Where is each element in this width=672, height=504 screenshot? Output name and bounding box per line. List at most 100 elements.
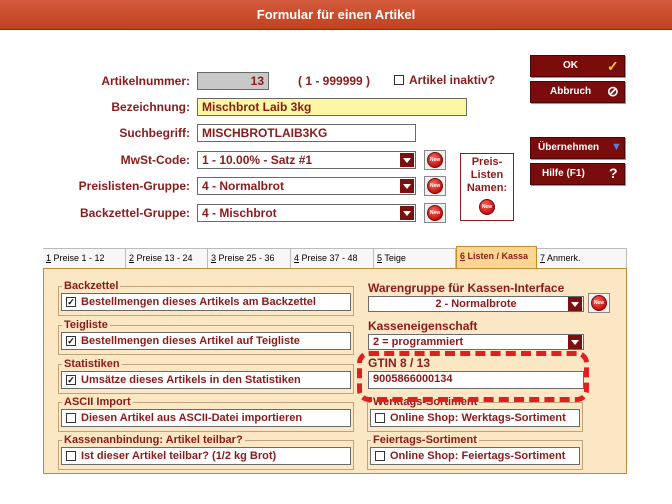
feiertags-checkbox[interactable]	[375, 451, 385, 461]
new-icon[interactable]: New	[591, 295, 607, 311]
mwst-label: MwSt-Code:	[120, 153, 190, 167]
abbruch-button-label: Abbruch	[550, 86, 592, 97]
preisliste-dropdown-icon[interactable]	[400, 179, 414, 193]
uebernehmen-button[interactable]: Übernehmen ▼	[530, 137, 625, 159]
tab-anmerk[interactable]: 7 Anmerk.	[537, 248, 627, 268]
tab-preise-13-24[interactable]: 2 Preise 13 - 24	[126, 248, 208, 268]
bezeichnung-field[interactable]: Mischbrot Laib 3kg	[197, 98, 467, 116]
group-werktags-sortiment: Werktags-Sortiment Online Shop: Werktags…	[367, 396, 583, 432]
preisliste-new-box[interactable]: New	[424, 176, 446, 196]
preisliste-value: 4 - Normalbrot	[202, 179, 285, 193]
checkmark-icon: ✓	[607, 58, 619, 74]
group-ascii-import: ASCII Import Diesen Artikel aus ASCII-Da…	[58, 396, 354, 432]
preislisten-namen-box: Preis- Listen Namen: New	[460, 153, 514, 221]
backzettel-label: Backzettel-Gruppe:	[79, 206, 190, 220]
backzettel-value: 4 - Mischbrot	[202, 206, 277, 220]
tab-label: Teige	[382, 253, 406, 263]
warengruppe-label: Warengruppe für Kassen-Interface	[368, 281, 565, 295]
mwst-value: 1 - 10.00% - Satz #1	[202, 153, 313, 167]
new-icon[interactable]: New	[479, 199, 495, 215]
tab-label: Anmerk.	[545, 253, 581, 263]
tab-teige[interactable]: 5 Teige	[374, 248, 456, 268]
tab-preise-1-12[interactable]: 1 Preise 1 - 12	[43, 248, 126, 268]
teilbar-checkbox[interactable]	[66, 451, 76, 461]
preislisten-namen-line3: Namen:	[466, 182, 508, 194]
question-icon: ?	[609, 165, 618, 181]
bezeichnung-label: Bezeichnung:	[111, 100, 190, 114]
artikel-inaktiv-checkbox[interactable]	[394, 75, 404, 85]
ok-button[interactable]: OK ✓	[530, 55, 625, 77]
gtin-highlight-marker	[357, 351, 589, 402]
abbruch-button[interactable]: Abbruch ⊘	[530, 81, 625, 103]
group-title: Teigliste	[62, 319, 110, 331]
kasseneigenschaft-label: Kasseneigenschaft	[368, 319, 478, 333]
hilfe-button-label: Hilfe (F1)	[542, 168, 585, 179]
werktags-option[interactable]: Online Shop: Werktags-Sortiment	[370, 409, 580, 427]
artikelnummer-label: Artikelnummer:	[101, 74, 190, 88]
backzettel-dropdown-icon[interactable]	[400, 206, 414, 220]
mwst-new-box[interactable]: New	[424, 150, 446, 170]
teigliste-option[interactable]: ✓ Bestellmengen dieses Artikel auf Teigl…	[61, 332, 351, 350]
group-title: Backzettel	[62, 280, 121, 292]
group-backzettel: Backzettel ✓ Bestellmengen dieses Artike…	[58, 280, 354, 316]
group-title: Statistiken	[62, 358, 122, 370]
mwst-dropdown-icon[interactable]	[400, 153, 414, 167]
kasseneigenschaft-dropdown-icon[interactable]	[568, 335, 582, 349]
artikelnummer-field[interactable]: 13	[197, 72, 269, 90]
tab-preise-37-48[interactable]: 4 Preise 37 - 48	[291, 248, 374, 268]
statistiken-option-label: Umsätze dieses Artikels in den Statistik…	[81, 374, 301, 386]
backzettel-select[interactable]: 4 - Mischbrot	[197, 204, 416, 222]
feiertags-option-label: Online Shop: Feiertags-Sortiment	[390, 450, 566, 462]
group-kassenanbindung: Kassenanbindung: Artikel teilbar? Ist di…	[58, 434, 354, 470]
uebernehmen-button-label: Übernehmen	[538, 142, 600, 153]
werktags-checkbox[interactable]	[375, 413, 385, 423]
group-statistiken: Statistiken ✓ Umsätze dieses Artikels in…	[58, 358, 354, 394]
kasseneigenschaft-select[interactable]: 2 = programmiert	[368, 334, 584, 350]
ascii-import-checkbox[interactable]	[66, 413, 76, 423]
preislisten-namen-line1: Preis-	[471, 156, 503, 168]
feiertags-option[interactable]: Online Shop: Feiertags-Sortiment	[370, 447, 580, 465]
statistiken-option[interactable]: ✓ Umsätze dieses Artikels in den Statist…	[61, 371, 351, 389]
group-title: ASCII Import	[62, 396, 133, 408]
backzettel-option-label: Bestellmengen dieses Artikels am Backzet…	[81, 296, 316, 308]
teigliste-option-label: Bestellmengen dieses Artikel auf Teiglis…	[81, 335, 300, 347]
backzettel-option[interactable]: ✓ Bestellmengen dieses Artikels am Backz…	[61, 293, 351, 311]
group-title: Feiertags-Sortiment	[371, 434, 479, 446]
warengruppe-value: 2 - Normalbrote	[435, 298, 517, 310]
ascii-import-option[interactable]: Diesen Artikel aus ASCII-Datei importier…	[61, 409, 351, 427]
group-title: Kassenanbindung: Artikel teilbar?	[62, 434, 245, 446]
preisliste-label: Preislisten-Gruppe:	[78, 179, 190, 193]
warengruppe-new-box[interactable]: New	[588, 293, 610, 313]
new-icon[interactable]: New	[427, 178, 443, 194]
statistiken-checkbox[interactable]: ✓	[66, 375, 76, 385]
group-feiertags-sortiment: Feiertags-Sortiment Online Shop: Feierta…	[367, 434, 583, 470]
teilbar-option-label: Ist dieser Artikel teilbar? (1/2 kg Brot…	[81, 450, 277, 462]
ok-button-label: OK	[563, 60, 578, 71]
mwst-select[interactable]: 1 - 10.00% - Satz #1	[197, 151, 416, 169]
warengruppe-dropdown-icon[interactable]	[568, 297, 582, 311]
tab-label: Preise 25 - 36	[216, 253, 275, 263]
backzettel-new-box[interactable]: New	[424, 203, 446, 223]
tab-label: Preise 37 - 48	[299, 253, 358, 263]
cancel-icon: ⊘	[607, 83, 619, 99]
window-title: Formular für einen Artikel	[256, 7, 416, 22]
new-icon[interactable]: New	[427, 152, 443, 168]
teilbar-option[interactable]: Ist dieser Artikel teilbar? (1/2 kg Brot…	[61, 447, 351, 465]
tab-bar: 1 Preise 1 - 12 2 Preise 13 - 24 3 Preis…	[43, 246, 627, 268]
warengruppe-select[interactable]: 2 - Normalbrote	[368, 296, 584, 312]
triangle-down-icon: ▼	[611, 141, 622, 153]
window-title-bar: Formular für einen Artikel	[0, 0, 672, 30]
tab-label: Listen / Kassa	[465, 251, 529, 261]
tab-listen-kassa[interactable]: 6 Listen / Kassa	[456, 246, 537, 268]
preisliste-select[interactable]: 4 - Normalbrot	[197, 177, 416, 195]
teigliste-checkbox[interactable]: ✓	[66, 336, 76, 346]
artikel-inaktiv-label: Artikel inaktiv?	[409, 73, 496, 87]
tab-preise-25-36[interactable]: 3 Preise 25 - 36	[208, 248, 291, 268]
backzettel-checkbox[interactable]: ✓	[66, 297, 76, 307]
kasseneigenschaft-value: 2 = programmiert	[373, 336, 464, 348]
new-icon[interactable]: New	[427, 205, 443, 221]
group-teigliste: Teigliste ✓ Bestellmengen dieses Artikel…	[58, 319, 354, 355]
suchbegriff-field[interactable]: MISCHBROTLAIB3KG	[197, 124, 416, 142]
suchbegriff-label: Suchbegriff:	[119, 126, 190, 140]
hilfe-button[interactable]: Hilfe (F1) ?	[530, 163, 625, 185]
